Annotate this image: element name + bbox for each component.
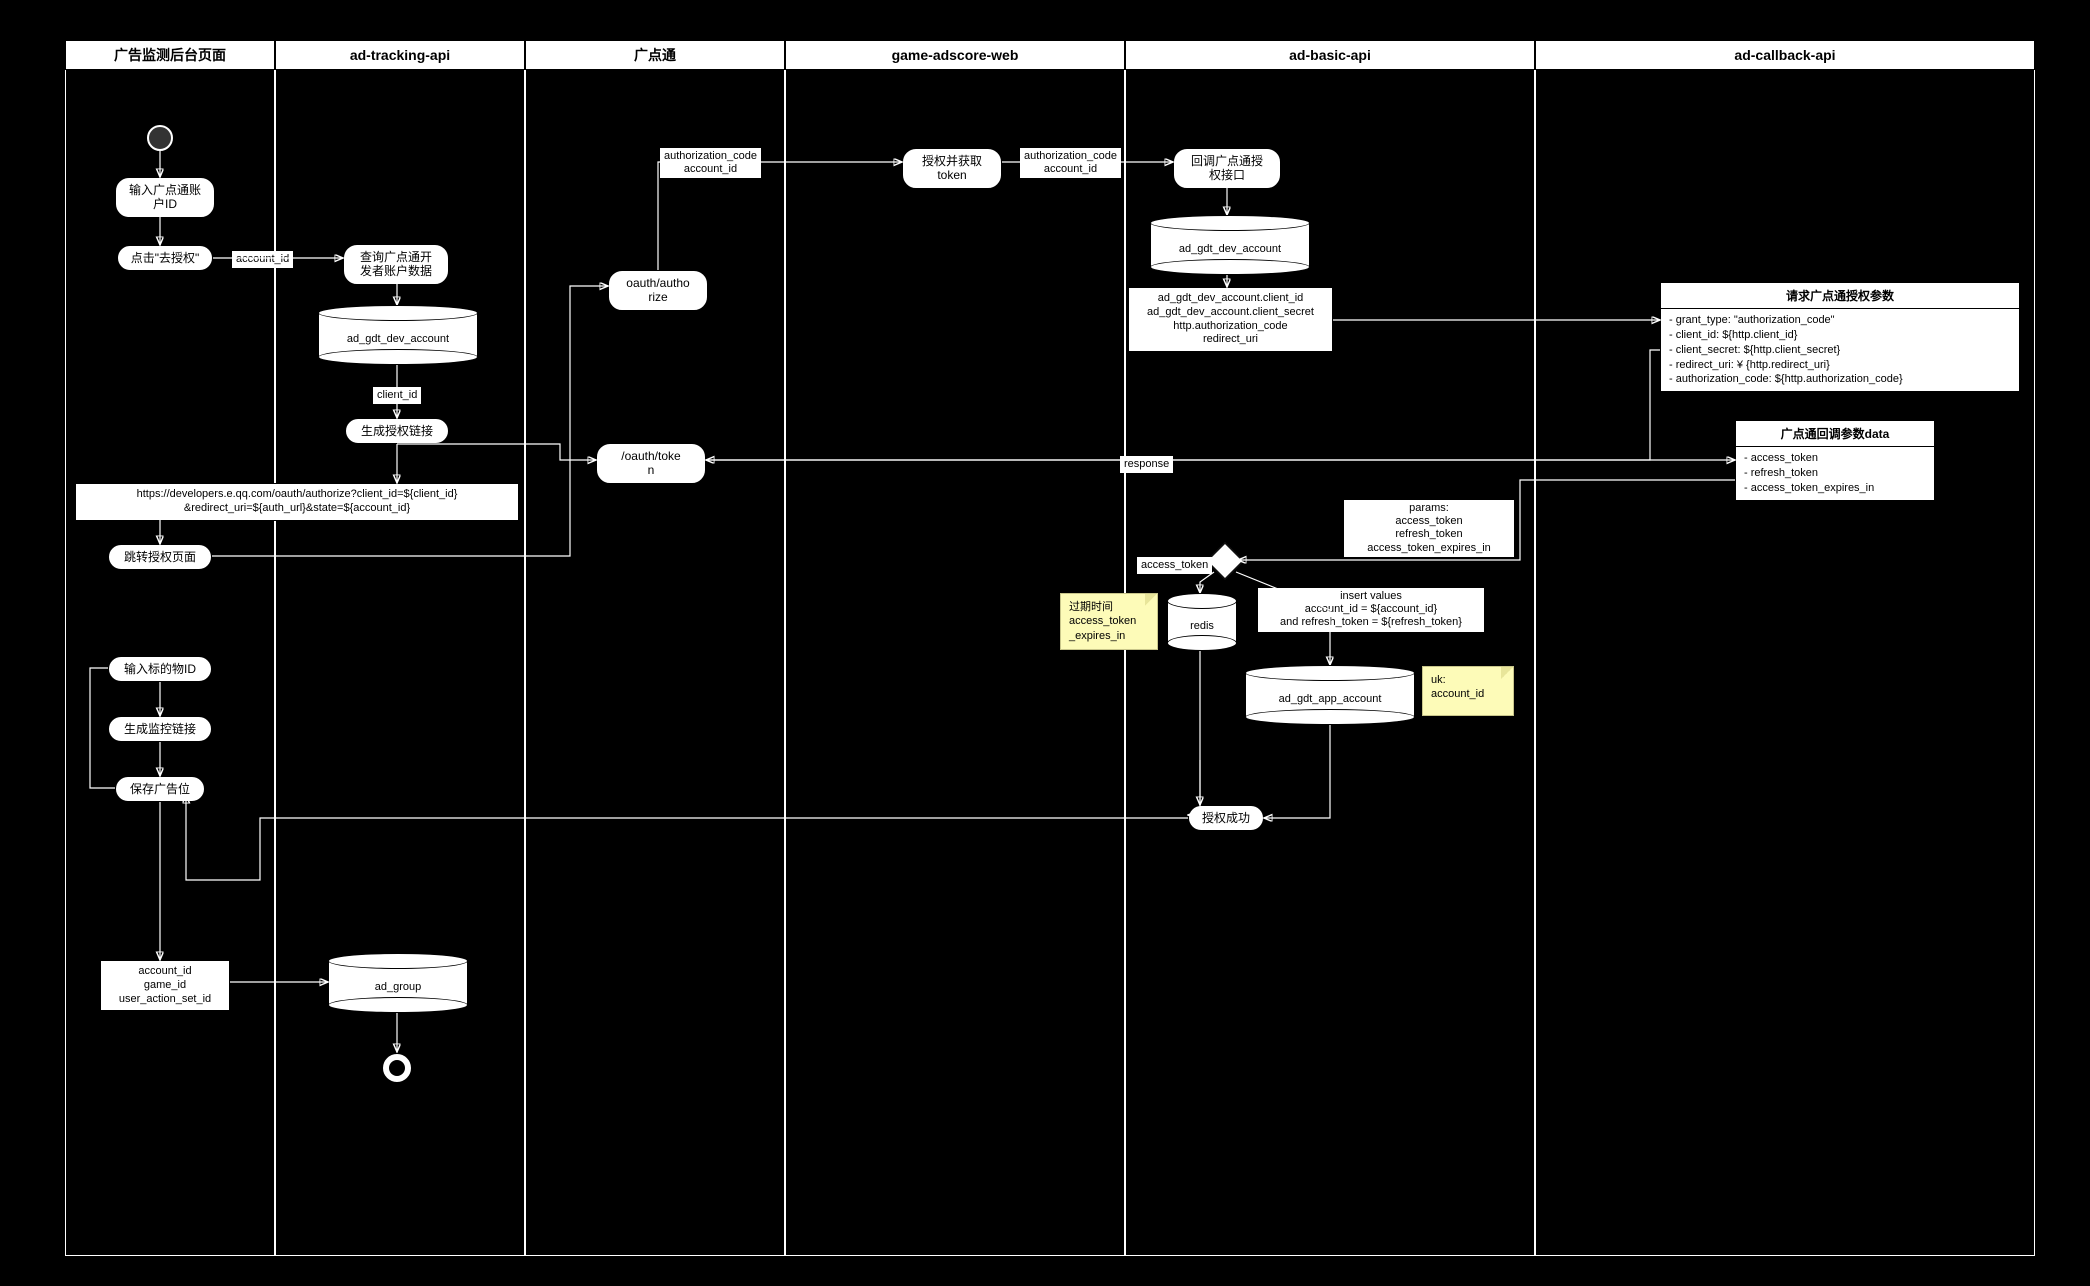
- lane-h-2: 广点通: [525, 40, 785, 70]
- diagram-canvas: 广告监测后台页面 ad-tracking-api 广点通 game-adscor…: [0, 0, 2090, 1286]
- t: 查询广点通开发者账户数据: [360, 250, 432, 279]
- t: ad_gdt_dev_account.client_idad_gdt_dev_a…: [1147, 292, 1314, 347]
- node-oauth-token: /oauth/token: [596, 443, 706, 484]
- lbl-client-id: client_id: [373, 387, 421, 404]
- t: 输入标的物ID: [124, 662, 196, 676]
- node-gen-auth-link: 生成授权链接: [345, 418, 449, 444]
- end-node: [381, 1052, 413, 1084]
- t: 跳转授权页面: [124, 550, 196, 564]
- t: 广点通回调参数data: [1781, 427, 1890, 441]
- node-auth-url: https://developers.e.qq.com/oauth/author…: [75, 483, 519, 521]
- t: access_token: [1141, 559, 1208, 571]
- lane-b-3: [785, 70, 1125, 1256]
- db-dev1: ad_gdt_dev_account: [318, 305, 478, 365]
- t: - grant_type: "authorization_code"- clie…: [1669, 314, 1903, 385]
- t: /oauth/token: [621, 449, 680, 478]
- t: ad_gdt_dev_account: [347, 333, 449, 345]
- t: 生成监控链接: [124, 722, 196, 736]
- node-jump-page: 跳转授权页面: [108, 544, 212, 570]
- db-app: ad_gdt_app_account: [1245, 665, 1415, 725]
- lbl-authcode1: authorization_codeaccount_id: [660, 148, 761, 178]
- t: params:access_tokenrefresh_tokenaccess_t…: [1367, 502, 1491, 554]
- t: response: [1124, 458, 1169, 470]
- t: insert valuesaccount_id = ${account_id}a…: [1280, 590, 1462, 628]
- lbl-account-id: account_id: [232, 251, 293, 268]
- lane-title: ad-tracking-api: [350, 47, 450, 63]
- panel-req: 请求广点通授权参数 - grant_type: "authorization_c…: [1660, 282, 2020, 392]
- t: 过期时间access_token_expires_in: [1069, 601, 1136, 642]
- node-oauth-authorize: oauth/authorize: [608, 270, 708, 311]
- lbl-insert: insert valuesaccount_id = ${account_id}a…: [1258, 588, 1484, 632]
- node-gen-monitor: 生成监控链接: [108, 716, 212, 742]
- db-group: ad_group: [328, 953, 468, 1013]
- lbl-access-token: access_token: [1137, 557, 1212, 574]
- lane-h-0: 广告监测后台页面: [65, 40, 275, 70]
- t: oauth/authorize: [626, 276, 689, 305]
- lbl-params: params:access_tokenrefresh_tokenaccess_t…: [1344, 500, 1514, 557]
- node-auth-ok: 授权成功: [1188, 805, 1264, 831]
- lane-h-3: game-adscore-web: [785, 40, 1125, 70]
- node-ag-params: account_idgame_iduser_action_set_id: [100, 960, 230, 1011]
- t: 回调广点通授权接口: [1191, 154, 1263, 183]
- t: https://developers.e.qq.com/oauth/author…: [137, 488, 458, 516]
- t: account_idgame_iduser_action_set_id: [119, 965, 211, 1006]
- lane-h-5: ad-callback-api: [1535, 40, 2035, 70]
- db-redis: redis: [1167, 593, 1237, 651]
- t: authorization_codeaccount_id: [1024, 150, 1117, 175]
- t: 保存广告位: [130, 782, 190, 796]
- t: 输入广点通账户ID: [129, 183, 201, 212]
- lane-title: game-adscore-web: [892, 47, 1019, 63]
- t: ad_gdt_app_account: [1279, 693, 1382, 705]
- lane-title: ad-callback-api: [1734, 47, 1835, 63]
- note-expire: 过期时间access_token_expires_in: [1060, 593, 1158, 650]
- panel-cb: 广点通回调参数data - access_token- refresh_toke…: [1735, 420, 1935, 501]
- node-click-auth: 点击"去授权": [117, 245, 213, 271]
- start-node: [147, 125, 173, 151]
- node-query-dev: 查询广点通开发者账户数据: [343, 244, 449, 285]
- lane-h-4: ad-basic-api: [1125, 40, 1535, 70]
- t: client_id: [377, 389, 417, 401]
- t: ad_gdt_dev_account: [1179, 243, 1281, 255]
- node-input-target: 输入标的物ID: [108, 656, 212, 682]
- t: 授权并获取token: [922, 154, 982, 183]
- lbl-authcode2: authorization_codeaccount_id: [1020, 148, 1121, 178]
- panel-req-body: - grant_type: "authorization_code"- clie…: [1661, 309, 2019, 391]
- node-callback-if: 回调广点通授权接口: [1173, 148, 1281, 189]
- lane-b-2: [525, 70, 785, 1256]
- t: 授权成功: [1202, 811, 1250, 825]
- node-input-account: 输入广点通账户ID: [115, 177, 215, 218]
- t: authorization_codeaccount_id: [664, 150, 757, 175]
- node-get-token: 授权并获取token: [902, 148, 1002, 189]
- t: 请求广点通授权参数: [1786, 289, 1894, 303]
- t: 生成授权链接: [361, 424, 433, 438]
- t: 点击"去授权": [131, 251, 200, 265]
- t: redis: [1190, 620, 1214, 632]
- db-dev2: ad_gdt_dev_account: [1150, 215, 1310, 275]
- t: ad_group: [375, 981, 422, 993]
- lane-title: 广点通: [634, 45, 676, 65]
- t: account_id: [236, 253, 289, 265]
- t: uk:account_id: [1431, 674, 1484, 700]
- panel-cb-body: - access_token- refresh_token- access_to…: [1736, 447, 1934, 500]
- note-uk: uk:account_id: [1422, 666, 1514, 716]
- lane-title: 广告监测后台页面: [114, 45, 226, 65]
- lane-title: ad-basic-api: [1289, 47, 1371, 63]
- node-save-ad: 保存广告位: [115, 776, 205, 802]
- node-dev-params: ad_gdt_dev_account.client_idad_gdt_dev_a…: [1128, 287, 1333, 352]
- lbl-response: response: [1120, 456, 1173, 473]
- lane-h-1: ad-tracking-api: [275, 40, 525, 70]
- lane-b-5: [1535, 70, 2035, 1256]
- t: - access_token- refresh_token- access_to…: [1744, 452, 1874, 494]
